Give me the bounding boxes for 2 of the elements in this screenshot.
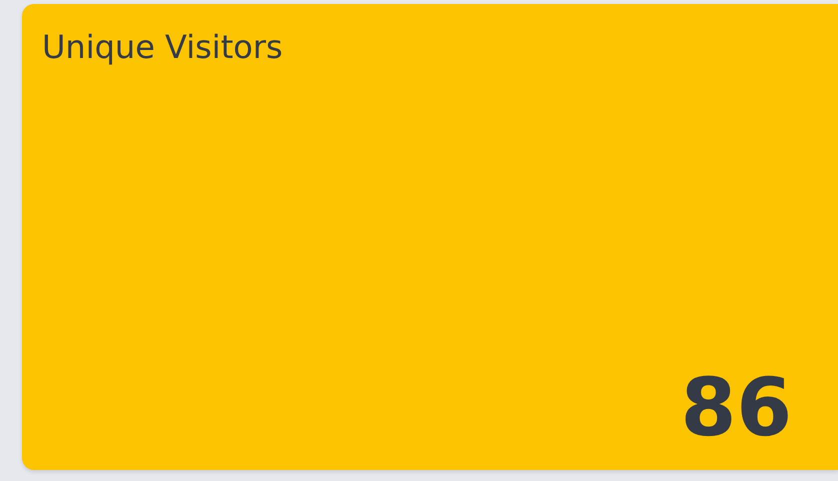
stat-value: 86	[680, 368, 792, 448]
card-title: Unique Visitors	[42, 28, 283, 66]
